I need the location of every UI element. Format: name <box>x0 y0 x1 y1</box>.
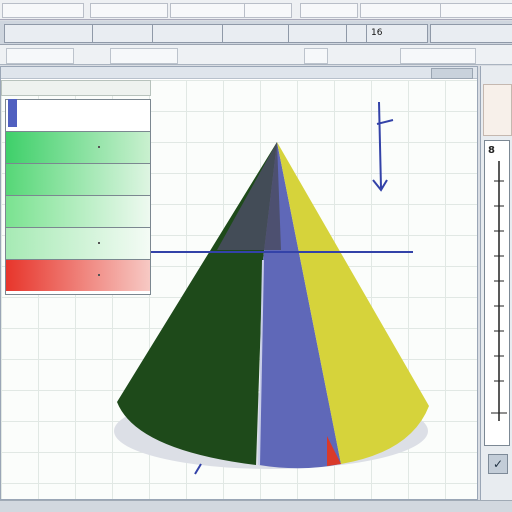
cone-chart[interactable] <box>1 80 477 499</box>
toolbar-button-1[interactable] <box>92 24 158 43</box>
menu-item-edit[interactable] <box>90 3 168 18</box>
scale-ruler <box>491 161 507 421</box>
vertical-scale[interactable]: 8 <box>484 140 510 446</box>
font-selector[interactable] <box>4 24 94 43</box>
toolbar-button-7[interactable] <box>430 24 512 43</box>
menu-item-file[interactable] <box>2 3 84 18</box>
toolbar: 16 <box>0 21 512 45</box>
panel-toggle-icon[interactable]: ✓ <box>488 454 508 474</box>
scale-label: 8 <box>488 145 495 156</box>
secondary-tool-4[interactable] <box>400 48 476 64</box>
window-controls[interactable] <box>431 68 473 79</box>
menu-item-format[interactable] <box>300 3 358 18</box>
small-tick-mark <box>194 463 202 475</box>
menu-item-tools[interactable] <box>360 3 442 18</box>
window-title-bar <box>1 67 477 79</box>
toolbar-button-2[interactable] <box>152 24 228 43</box>
menu-item-insert[interactable] <box>244 3 292 18</box>
status-bar <box>0 500 512 512</box>
toolbar-button-3[interactable] <box>222 24 290 43</box>
preview-thumbnail[interactable] <box>483 84 512 136</box>
toolbar-button-6[interactable]: 16 <box>366 24 428 43</box>
secondary-toolbar <box>0 45 512 65</box>
secondary-tool-3[interactable] <box>304 48 328 64</box>
toolbar-button-4[interactable] <box>288 24 350 43</box>
chart-window <box>0 66 478 500</box>
axis-arrow-icon <box>372 101 394 192</box>
menu-item-help[interactable] <box>440 3 512 18</box>
menu-bar <box>0 0 512 20</box>
menu-item-view[interactable] <box>170 3 248 18</box>
secondary-tool-1[interactable] <box>6 48 74 64</box>
secondary-tool-2[interactable] <box>110 48 178 64</box>
cone-tip <box>217 142 281 250</box>
